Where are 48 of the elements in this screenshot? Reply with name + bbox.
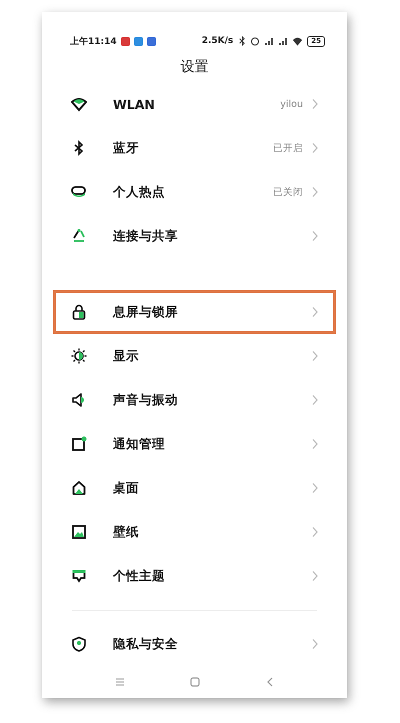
alarm-icon <box>250 36 260 46</box>
chevron-icon <box>311 394 319 406</box>
home-icon <box>71 480 87 496</box>
chevron-icon <box>311 482 319 494</box>
theme-icon <box>71 568 87 584</box>
settings-item[interactable]: 隐私与安全 <box>53 622 336 666</box>
item-value: 已开启 <box>273 142 303 154</box>
chevron-icon <box>311 186 319 198</box>
speaker-icon <box>71 392 87 408</box>
wifi-icon <box>292 36 304 46</box>
item-value: 已关闭 <box>273 186 303 198</box>
settings-item[interactable]: 显示 <box>53 334 336 378</box>
menu-icon <box>114 676 126 688</box>
item-value: yilou <box>280 98 303 110</box>
settings-item[interactable]: 蓝牙 已开启 <box>53 126 336 170</box>
share-icon <box>71 228 87 244</box>
wifi-icon <box>71 96 87 112</box>
wallpaper-icon <box>71 524 87 540</box>
settings-item[interactable]: 息屏与锁屏 <box>53 290 336 334</box>
status-time: 上午11:14 <box>70 35 117 48</box>
chevron-icon <box>311 526 319 538</box>
chevron-icon <box>311 570 319 582</box>
signal-icon <box>278 36 288 46</box>
chevron-icon <box>311 438 319 450</box>
settings-item[interactable]: 个人热点 已关闭 <box>53 170 336 214</box>
chevron-icon <box>311 306 319 318</box>
shield-icon <box>71 636 87 652</box>
network-speed: 2.5K/s <box>202 36 234 46</box>
brightness-icon <box>71 348 87 364</box>
settings-item[interactable]: 壁纸 <box>53 510 336 554</box>
settings-item[interactable]: 个性主题 <box>53 554 336 598</box>
settings-item[interactable]: 桌面 <box>53 466 336 510</box>
page-title: 设置 <box>180 58 210 77</box>
chevron-icon <box>311 350 319 362</box>
chevron-icon <box>311 98 319 110</box>
lock-icon <box>71 304 87 320</box>
notification-icon <box>71 436 87 452</box>
settings-item[interactable]: 连接与共享 <box>53 214 336 258</box>
settings-item[interactable]: 通知管理 <box>53 422 336 466</box>
home-button-icon <box>188 676 200 688</box>
hotspot-icon <box>71 184 87 200</box>
chevron-icon <box>311 230 319 242</box>
chevron-icon <box>311 142 319 154</box>
signal-icon <box>264 36 274 46</box>
settings-item[interactable]: 声音与振动 <box>53 378 336 422</box>
settings-item[interactable]: WLAN yilou <box>53 82 336 126</box>
bluetooth-icon <box>237 36 246 46</box>
chevron-icon <box>311 638 319 650</box>
